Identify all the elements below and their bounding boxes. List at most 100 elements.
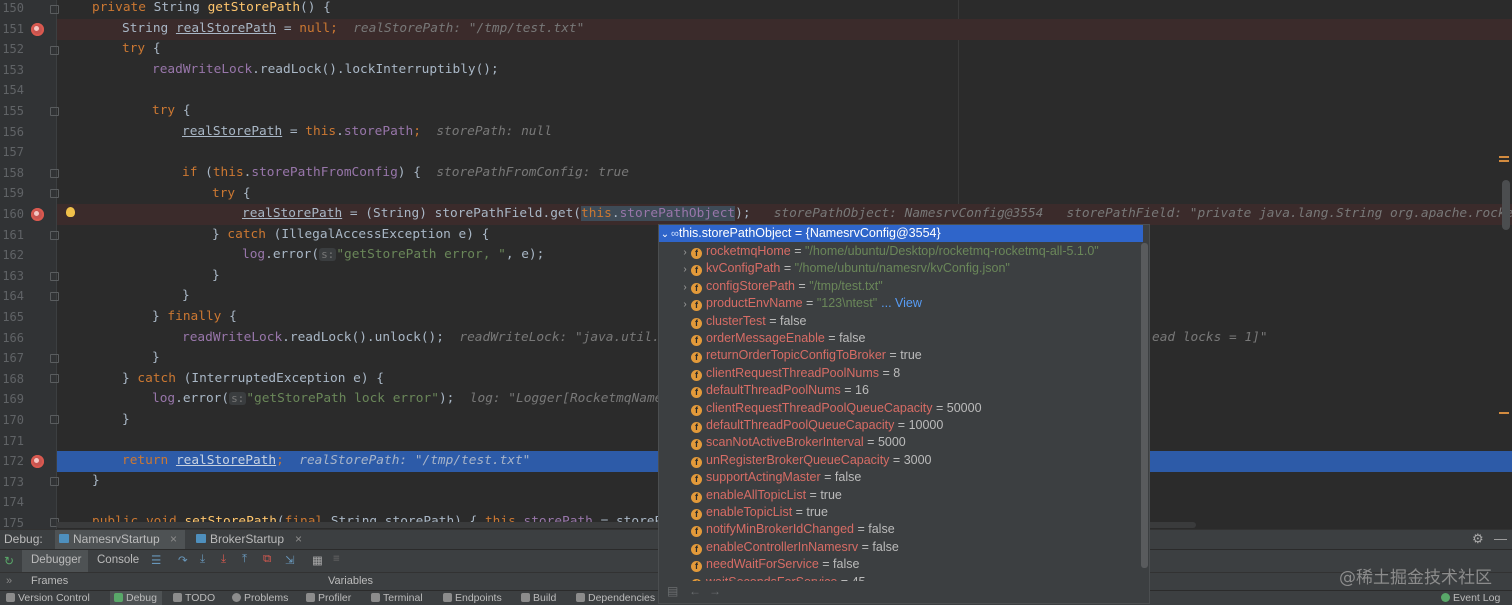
pin-icon[interactable]: ▤ xyxy=(667,584,678,598)
trace-icon[interactable]: ≡ xyxy=(333,553,340,565)
line-number[interactable]: 162 xyxy=(0,245,24,266)
toolwindow-todo[interactable]: TODO xyxy=(173,592,215,604)
breakpoint-icon[interactable] xyxy=(31,455,44,468)
code-line[interactable]: } xyxy=(182,286,190,307)
code-line[interactable]: } xyxy=(152,348,160,369)
line-number[interactable]: 165 xyxy=(0,307,24,328)
line-number[interactable]: 159 xyxy=(0,183,24,204)
variable-node[interactable]: f supportActingMaster = false xyxy=(659,469,1143,486)
code-line[interactable]: realStorePath = (String) storePathField.… xyxy=(242,204,1512,225)
line-number[interactable]: 161 xyxy=(0,225,24,246)
chevron-down-icon[interactable]: ⌄ xyxy=(659,226,671,243)
toolwindow-dependencies[interactable]: Dependencies xyxy=(576,592,655,604)
tab-console[interactable]: Console xyxy=(97,554,139,566)
line-number[interactable]: 166 xyxy=(0,328,24,349)
variable-node[interactable]: f clientRequestThreadPoolNums = 8 xyxy=(659,365,1143,382)
step-over-icon[interactable]: ↷ xyxy=(178,553,188,567)
line-number[interactable]: 155 xyxy=(0,101,24,122)
fold-icon[interactable] xyxy=(50,477,59,486)
line-number[interactable]: 163 xyxy=(0,266,24,287)
error-stripe-marker[interactable] xyxy=(1499,412,1509,414)
code-line[interactable]: } xyxy=(92,471,100,492)
fold-icon[interactable] xyxy=(50,169,59,178)
fold-icon[interactable] xyxy=(50,189,59,198)
minimize-icon[interactable]: — xyxy=(1494,531,1507,546)
variable-node[interactable]: f notifyMinBrokerIdChanged = false xyxy=(659,521,1143,538)
code-line[interactable]: try { xyxy=(122,39,161,60)
code-line[interactable]: } xyxy=(212,266,220,287)
line-number[interactable]: 173 xyxy=(0,472,24,493)
fold-icon[interactable] xyxy=(50,5,59,14)
code-line[interactable]: readWriteLock.readLock().unlock(); readW… xyxy=(182,328,675,349)
chevron-icon[interactable]: » xyxy=(6,575,12,587)
rerun-icon[interactable]: ↻ xyxy=(4,554,14,568)
toolwindow-version-control[interactable]: Version Control xyxy=(6,592,90,604)
close-icon[interactable]: × xyxy=(295,532,302,546)
code-line[interactable]: try { xyxy=(212,184,251,205)
code-line[interactable]: private String getStorePath() { xyxy=(92,0,331,19)
variable-node[interactable]: f defaultThreadPoolQueueCapacity = 10000 xyxy=(659,417,1143,434)
fold-icon[interactable] xyxy=(50,292,59,301)
variable-node[interactable]: f enableAllTopicList = true xyxy=(659,487,1143,504)
variable-node[interactable]: f orderMessageEnable = false xyxy=(659,330,1143,347)
line-number[interactable]: 150 xyxy=(0,0,24,19)
gear-icon[interactable]: ⚙ xyxy=(1472,531,1484,547)
line-number[interactable]: 172 xyxy=(0,451,24,472)
fold-icon[interactable] xyxy=(50,107,59,116)
toolwindow-build[interactable]: Build xyxy=(521,592,556,604)
error-stripe-marker[interactable] xyxy=(1499,160,1509,162)
drop-frame-icon[interactable]: ⧉ xyxy=(263,553,271,566)
code-line[interactable]: if (this.storePathFromConfig) { storePat… xyxy=(182,163,629,184)
fold-icon[interactable] xyxy=(50,415,59,424)
variable-node[interactable]: f clientRequestThreadPoolQueueCapacity = … xyxy=(659,400,1143,417)
line-number[interactable]: 164 xyxy=(0,286,24,307)
code-line[interactable]: } xyxy=(122,410,130,431)
toolwindow-profiler[interactable]: Profiler xyxy=(306,592,351,604)
line-number[interactable]: 151 xyxy=(0,19,24,40)
variable-node[interactable]: › f configStorePath = "/tmp/test.txt" xyxy=(659,278,1143,295)
code-line[interactable]: } finally { xyxy=(152,307,237,328)
step-into-icon[interactable]: ⤓ xyxy=(200,553,205,566)
line-number[interactable]: 167 xyxy=(0,348,24,369)
breakpoint-icon[interactable] xyxy=(31,208,44,221)
popup-root-node[interactable]: ⌄ ∞this.storePathObject = {NamesrvConfig@… xyxy=(659,225,1143,243)
code-line[interactable]: log.error(s: "getStorePath lock error"); … xyxy=(152,389,670,410)
run-to-cursor-icon[interactable]: ⇲ xyxy=(285,553,295,567)
variable-node[interactable]: f scanNotActiveBrokerInterval = 5000 xyxy=(659,434,1143,451)
variable-node[interactable]: › f kvConfigPath = "/home/ubuntu/namesrv/k… xyxy=(659,260,1143,277)
forward-icon[interactable]: → xyxy=(709,584,721,598)
line-number[interactable]: 175 xyxy=(0,513,24,530)
close-icon[interactable]: × xyxy=(170,532,177,546)
code-line[interactable]: String realStorePath = null; realStorePa… xyxy=(122,19,584,40)
layout-icon[interactable]: ☰ xyxy=(151,553,161,567)
toolwindow-endpoints[interactable]: Endpoints xyxy=(443,592,502,604)
toolwindow-problems[interactable]: Problems xyxy=(232,592,288,604)
variable-node[interactable]: f needWaitForService = false xyxy=(659,556,1143,573)
line-number[interactable]: 152 xyxy=(0,39,24,60)
line-number[interactable]: 154 xyxy=(0,80,24,101)
lightbulb-icon[interactable] xyxy=(66,207,75,217)
code-line[interactable]: log.error(s: "getStorePath error, ", e); xyxy=(242,245,544,266)
variable-node[interactable]: f unRegisterBrokerQueueCapacity = 3000 xyxy=(659,452,1143,469)
line-number[interactable]: 170 xyxy=(0,410,24,431)
variable-node[interactable]: f enableTopicList = true xyxy=(659,504,1143,521)
error-stripe-marker[interactable] xyxy=(1499,156,1509,158)
back-icon[interactable]: ← xyxy=(689,584,701,598)
toolwindow-terminal[interactable]: Terminal xyxy=(371,592,423,604)
fold-icon[interactable] xyxy=(50,46,59,55)
line-number[interactable]: 153 xyxy=(0,60,24,81)
debug-value-popup[interactable]: ⌄ ∞this.storePathObject = {NamesrvConfig@… xyxy=(658,224,1150,604)
code-line[interactable]: } catch (IllegalAccessException e) { xyxy=(212,225,489,246)
line-number[interactable]: 171 xyxy=(0,431,24,452)
variable-node[interactable]: › f rocketmqHome = "/home/ubuntu/Desktop/r… xyxy=(659,243,1143,260)
step-out-icon[interactable]: ⤒ xyxy=(242,553,247,566)
fold-icon[interactable] xyxy=(50,272,59,281)
line-number[interactable]: 168 xyxy=(0,369,24,390)
line-number[interactable]: 174 xyxy=(0,492,24,513)
line-number[interactable]: 160 xyxy=(0,204,24,225)
evaluate-expression-icon[interactable]: ▦ xyxy=(312,553,323,567)
event-log[interactable]: Event Log xyxy=(1441,592,1500,604)
variable-node[interactable]: f defaultThreadPoolNums = 16 xyxy=(659,382,1143,399)
force-step-into-icon[interactable]: ⤓ xyxy=(221,553,226,566)
fold-icon[interactable] xyxy=(50,374,59,383)
